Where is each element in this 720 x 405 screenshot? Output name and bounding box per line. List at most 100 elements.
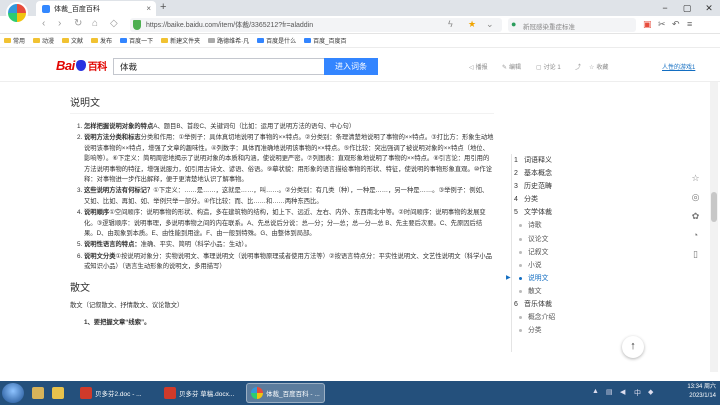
bookmark-item[interactable]: 文献 <box>62 36 83 45</box>
bookmark-item[interactable]: 百度_百度百 <box>304 36 346 45</box>
weibo-icon[interactable]: ◎ <box>689 191 702 204</box>
favorite-star-icon[interactable]: ☆ <box>689 172 702 185</box>
back-icon[interactable]: ‹ <box>42 18 45 29</box>
secure-icon <box>133 20 141 30</box>
share-button[interactable]: ⤴ <box>575 62 583 71</box>
list-item: 说明顺序①空间顺序：说明事物的形状、构造，多在建筑物的结构，如上下、远近、左右、… <box>84 208 494 239</box>
bookmark-item[interactable]: 动漫 <box>33 36 54 45</box>
menu-icon[interactable]: ≡ <box>687 19 692 29</box>
wechat-icon[interactable]: ✿ <box>689 210 702 223</box>
folder-icon <box>4 38 11 43</box>
catalog-item[interactable]: 5 文学体裁 <box>506 206 596 219</box>
tray-network-icon[interactable]: ▤ <box>606 388 613 396</box>
catalog-subitem[interactable]: 诗歌 <box>506 219 596 232</box>
bookmark-item[interactable]: 路德维希·凡 <box>208 36 249 45</box>
paw-icon <box>75 60 86 71</box>
tray-security-icon[interactable]: ◆ <box>648 388 653 396</box>
taskbar-browser[interactable]: 体裁_百度百科 - ... <box>246 383 325 403</box>
tray-up-icon[interactable]: ▲ <box>592 388 599 395</box>
search-engine-icon: ● <box>511 19 517 29</box>
catalog-sidebar: 1 词语释义 2 基本概念 3 历史范畴 4 分类 5 文学体裁 诗歌 议论文 记叙文 小… <box>506 154 596 352</box>
side-search-box[interactable]: ● 新冠感染重症标准 <box>508 18 636 32</box>
catalog-subitem[interactable]: 分类 <box>506 324 596 337</box>
tail-item: 1、要把握文章“线索”。 <box>84 318 151 326</box>
taskbar-doc2[interactable]: 贝多芬 草稿.docx... <box>160 383 238 403</box>
start-button[interactable] <box>2 383 24 403</box>
tray-volume-icon[interactable]: ◀ <box>620 388 625 396</box>
list-item: 说明性语言的特点：准确、平实、简明（科学小品：生动）。 <box>84 240 494 250</box>
forward-icon[interactable]: › <box>58 18 61 29</box>
folder-icon <box>91 38 99 43</box>
search-query[interactable]: 体裁 <box>120 61 137 73</box>
browser-icon <box>251 387 263 399</box>
wps-icon <box>164 387 176 399</box>
new-tab-button[interactable]: + <box>160 1 166 13</box>
shield-icon[interactable]: ◇ <box>110 18 118 29</box>
undo-icon[interactable]: ↶ <box>672 19 680 30</box>
scissors-icon[interactable]: ✂ <box>658 19 666 30</box>
bookmark-item[interactable]: 发布 <box>91 36 112 45</box>
baidu-icon <box>120 38 128 43</box>
catalog-item[interactable]: 2 基本概念 <box>506 167 596 180</box>
close-window-button[interactable]: ✕ <box>698 0 720 16</box>
discuss-button[interactable]: ▢ 讨论 1 <box>536 62 561 71</box>
browser-tab-strip: 体裁_百度百科 × + − ▢ ✕ <box>0 0 720 24</box>
enter-entry-button[interactable]: 进入词条 <box>324 58 378 75</box>
chat-icon: ▢ <box>536 65 542 71</box>
baidu-baike-logo[interactable]: Bai 百科 <box>56 58 107 73</box>
catalog-subitem[interactable]: 小说 <box>506 259 596 272</box>
bookmark-item[interactable]: 百度一下 <box>120 36 153 45</box>
minimize-button[interactable]: − <box>654 0 676 16</box>
user-link[interactable]: 人性的游戏1 <box>662 62 695 71</box>
taskbar-explorer-icon[interactable] <box>28 383 48 403</box>
catalog-item[interactable]: 1 词语释义 <box>506 154 596 167</box>
catalog-subitem[interactable]: 记叙文 <box>506 246 596 259</box>
lightning-icon[interactable]: ϟ <box>448 19 453 29</box>
dropdown-icon[interactable]: ⌄ <box>486 19 494 30</box>
refresh-icon[interactable]: ↻ <box>74 18 82 29</box>
section-title: 说明文 <box>70 94 494 114</box>
edit-button[interactable]: ✎ 编辑 <box>502 62 521 71</box>
taskbar-doc1[interactable]: 贝多芬2.doc - ... <box>76 383 146 403</box>
bookmark-item[interactable]: 常用 <box>4 36 25 45</box>
browser-logo-icon[interactable] <box>6 2 28 24</box>
catalog-subitem[interactable]: 议论文 <box>506 233 596 246</box>
bookmark-item[interactable]: 新建文件夹 <box>161 36 200 45</box>
qzone-icon[interactable]: ◔ <box>689 229 702 242</box>
taskbar: 贝多芬2.doc - ... 贝多芬 草稿.docx... 体裁_百度百科 - … <box>0 381 720 405</box>
address-bar[interactable]: https://baike.baidu.com/item/体裁/3365212?… <box>130 18 502 32</box>
clock[interactable]: 13:34 周六 2023/1/14 <box>687 383 716 401</box>
wps-icon <box>80 387 92 399</box>
tab-active[interactable]: 体裁_百度百科 × <box>36 1 156 16</box>
baike-search-input[interactable]: 体裁 <box>113 58 325 75</box>
mobile-icon[interactable]: ▯ <box>689 248 702 261</box>
catalog-subitem-active[interactable]: ▶ 说明文 <box>506 272 596 285</box>
broadcast-button[interactable]: ◁ 播报 <box>469 62 488 71</box>
pencil-icon: ✎ <box>502 65 508 71</box>
side-search-placeholder: 新冠感染重症标准 <box>523 24 575 31</box>
taskbar-folder-icon[interactable] <box>48 383 68 403</box>
bookmark-star-icon[interactable]: ★ <box>468 19 476 30</box>
catalog-item[interactable]: 4 分类 <box>506 193 596 206</box>
maximize-button[interactable]: ▢ <box>676 0 698 16</box>
back-to-top-button[interactable]: ↑ <box>622 336 644 358</box>
tray-ime-icon[interactable]: 中 <box>634 388 641 398</box>
baike-favicon-icon <box>42 4 50 13</box>
favorite-button[interactable]: ☆ 收藏 <box>589 62 608 71</box>
catalog-subitem[interactable]: 散文 <box>506 285 596 298</box>
item-list: 怎样把握说明对象的特点A、题目B、首段C、关键词句（比如：运用了说明方法的语句、… <box>70 122 494 273</box>
catalog-item[interactable]: 6 音乐体裁 <box>506 298 596 311</box>
address-url[interactable]: https://baike.baidu.com/item/体裁/3365212?… <box>146 20 313 30</box>
home-icon[interactable]: ⌂ <box>92 18 98 29</box>
scrollbar[interactable] <box>710 82 718 372</box>
extension-icon[interactable]: ▣ <box>643 19 652 30</box>
scrollbar-thumb[interactable] <box>711 192 717 222</box>
bookmark-item[interactable]: 百度是什么 <box>257 36 296 45</box>
catalog-item[interactable]: 3 历史范畴 <box>506 180 596 193</box>
baidu-icon <box>304 38 312 43</box>
tab-close-icon[interactable]: × <box>146 4 151 13</box>
folder-icon <box>62 38 70 43</box>
share-icon: ⤴ <box>575 65 582 71</box>
list-item: 这些说明方法有何标记？①下定义：……是……，这就是……，叫……。②分类别：有几类… <box>84 186 494 207</box>
catalog-subitem[interactable]: 概念介绍 <box>506 311 596 324</box>
